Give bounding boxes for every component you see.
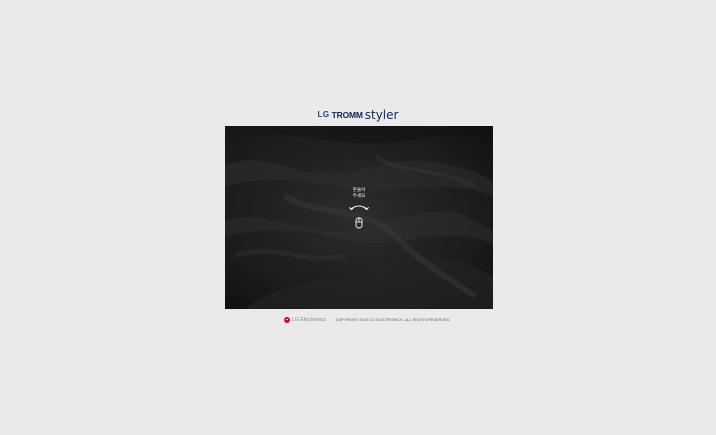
copyright-text: COPYRIGHT 2019 LG ELECTRONICS. ALL RIGHT…	[335, 318, 451, 322]
mouse-icon	[355, 217, 363, 229]
swipe-arrow-icon	[349, 205, 369, 211]
shake-hint-text: 흔들어 주세요	[352, 188, 366, 199]
shake-hint: 흔들어 주세요	[225, 188, 493, 229]
lg-logo-icon	[284, 317, 290, 323]
hero-fabric-area[interactable]: 흔들어 주세요	[225, 126, 493, 309]
brand-lg: LG	[317, 110, 330, 119]
footer: LG Electronics COPYRIGHT 2019 LG ELECTRO…	[284, 316, 450, 324]
lg-electronics-logo-text[interactable]: LG Electronics	[292, 317, 326, 323]
page: LG TROMM styler 흔들어 주세요 LG Electronics C…	[0, 0, 716, 435]
brand-logo[interactable]: LG TROMM styler	[0, 108, 716, 122]
brand-styler: styler	[364, 108, 399, 122]
brand-tromm: TROMM	[331, 110, 363, 120]
